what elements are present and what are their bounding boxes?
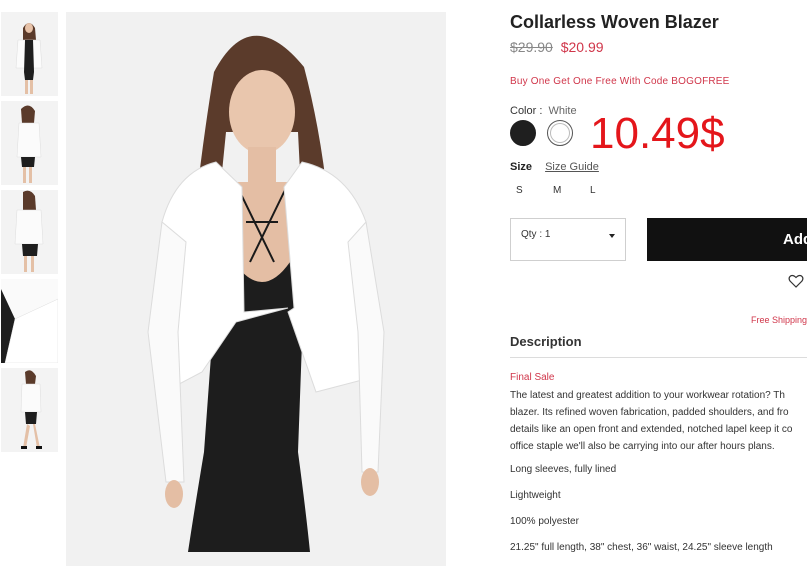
- add-to-bag-button[interactable]: Add: [647, 218, 807, 261]
- thumbnail-walking[interactable]: [1, 368, 58, 452]
- price-block: $29.90 $20.99: [510, 39, 604, 55]
- size-option-l[interactable]: L: [590, 185, 627, 196]
- thumbnail-side[interactable]: [1, 101, 58, 185]
- quantity-value: Qty : 1: [521, 229, 551, 240]
- main-product-image[interactable]: [66, 12, 446, 566]
- promo-text: Buy One Get One Free With Code BOGOFREE: [510, 76, 730, 87]
- thumbnail-front[interactable]: [1, 12, 58, 96]
- color-swatch-black[interactable]: [510, 120, 536, 146]
- sale-price: $20.99: [560, 39, 604, 55]
- description-heading: Description: [510, 334, 582, 349]
- size-label: Size: [510, 161, 533, 173]
- product-title: Collarless Woven Blazer: [510, 12, 719, 32]
- feature-item: Long sleeves, fully lined: [510, 464, 617, 475]
- size-option-m[interactable]: M: [553, 185, 590, 196]
- description-divider: [510, 357, 807, 358]
- product-info-panel: Collarless Woven Blazer $29.90 $20.99 Bu…: [510, 0, 807, 566]
- color-swatch-white[interactable]: [547, 120, 573, 146]
- color-label: Color :: [510, 105, 543, 117]
- description-text: The latest and greatest addition to your…: [510, 387, 807, 455]
- original-price: $29.90: [510, 39, 553, 55]
- description-line: details like an open front and extended,…: [510, 424, 793, 435]
- description-line: The latest and greatest addition to your…: [510, 390, 785, 401]
- size-row: Size Size Guide: [510, 161, 599, 173]
- thumbnail-strip: [1, 12, 58, 457]
- description-line: office staple we'll also be carrying int…: [510, 441, 775, 452]
- quantity-select[interactable]: Qty : 1: [510, 218, 626, 261]
- feature-item: 21.25" full length, 38" chest, 36" waist…: [510, 542, 773, 553]
- description-line: blazer. Its refined woven fabrication, p…: [510, 407, 789, 418]
- color-row: Color : White: [510, 105, 577, 117]
- chevron-down-icon: [609, 234, 615, 238]
- size-guide-link[interactable]: Size Guide: [545, 161, 599, 173]
- thumbnail-back[interactable]: [1, 190, 58, 274]
- overlay-price-annotation: 10.49$: [590, 109, 725, 158]
- size-options: SML: [516, 185, 627, 196]
- size-option-s[interactable]: S: [516, 185, 553, 196]
- heart-icon[interactable]: [788, 273, 804, 289]
- model-illustration: [66, 12, 446, 566]
- color-value: White: [548, 105, 577, 117]
- feature-item: Lightweight: [510, 490, 561, 501]
- thumbnail-detail[interactable]: [1, 279, 58, 363]
- final-sale-label: Final Sale: [510, 372, 555, 383]
- free-shipping-link[interactable]: Free Shipping: [751, 315, 807, 325]
- feature-item: 100% polyester: [510, 516, 579, 527]
